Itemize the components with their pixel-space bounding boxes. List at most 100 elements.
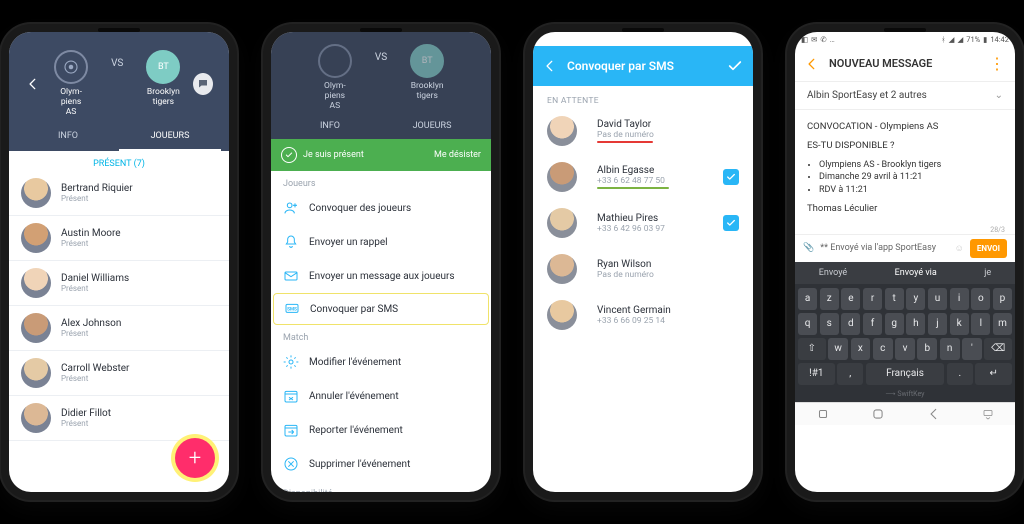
signal-icon: ◢	[949, 35, 955, 44]
player-row[interactable]: Didier Fillot Présent	[9, 396, 229, 441]
section-match-label: Match	[271, 325, 491, 345]
key-b[interactable]: b	[917, 338, 937, 360]
predict-3[interactable]: je	[984, 268, 991, 278]
checkbox-icon[interactable]	[723, 307, 739, 323]
back-nav-icon[interactable]	[927, 407, 941, 421]
menu-reminder[interactable]: Envoyer un rappel	[271, 225, 491, 259]
key-⌫[interactable]: ⌫	[984, 338, 1012, 360]
more-icon[interactable]: ⋮	[989, 54, 1005, 73]
player-row[interactable]: Daniel Williams Présent	[9, 261, 229, 306]
key-k[interactable]: k	[950, 313, 969, 335]
key-c[interactable]: c	[873, 338, 893, 360]
contact-row[interactable]: Vincent Germain +33 6 66 09 25 14	[533, 292, 753, 338]
team-a-name: Olym- piens AS	[324, 82, 346, 111]
key-n[interactable]: n	[940, 338, 960, 360]
predict-2[interactable]: Envoyé via	[895, 268, 937, 278]
recipients-field[interactable]: Albin SportEasy et 2 autres ⌄	[795, 82, 1015, 110]
send-button[interactable]: ENVOI	[970, 239, 1007, 258]
tab-info[interactable]: INFO	[279, 121, 381, 139]
attach-icon[interactable]: 📎	[803, 243, 814, 253]
back-icon[interactable]	[543, 59, 557, 73]
compose-header: NOUVEAU MESSAGE ⋮	[795, 46, 1015, 82]
emoji-icon[interactable]: ☺	[955, 243, 964, 254]
team-a: Olym- piens AS	[41, 50, 101, 117]
menu-invite[interactable]: Convoquer des joueurs	[271, 191, 491, 225]
menu-cancel[interactable]: Annuler l'événement	[271, 379, 491, 413]
contact-row[interactable]: Ryan Wilson Pas de numéro	[533, 246, 753, 292]
key-z[interactable]: z	[820, 288, 839, 310]
phone-4-screen: ◧ ✉ ✆ … ᚼ ◢ ◢ 71% ▮ 14:42 NOUVEAU MESSAG…	[795, 32, 1015, 492]
predict-1[interactable]: Envoyé	[819, 268, 847, 278]
key-a[interactable]: a	[798, 288, 817, 310]
key-f[interactable]: f	[863, 313, 882, 335]
tab-players[interactable]: JOUEURS	[381, 121, 483, 139]
menu-sms[interactable]: SMS Convoquer par SMS	[273, 293, 489, 325]
contact-list[interactable]: David Taylor Pas de numéro Albin Egasse …	[533, 108, 753, 338]
prediction-bar[interactable]: Envoyé Envoyé via je	[795, 262, 1015, 284]
message-body[interactable]: CONVOCATION - Olympiens AS ES-TU DISPONI…	[795, 110, 1015, 226]
checkbox-icon[interactable]	[723, 215, 739, 231]
chevron-down-icon: ⌄	[995, 90, 1003, 101]
player-row[interactable]: Austin Moore Présent	[9, 216, 229, 261]
key-!#1[interactable]: !#1	[798, 363, 835, 385]
key-s[interactable]: s	[820, 313, 839, 335]
menu-postpone[interactable]: Reporter l'événement	[271, 413, 491, 447]
keyboard[interactable]: azertyuiop qsdfghjklm ⇧wxcvbn'⌫ !#1,Françai…	[795, 284, 1015, 402]
confirm-icon[interactable]	[727, 58, 743, 74]
android-navbar	[795, 402, 1015, 425]
chat-icon[interactable]	[193, 73, 213, 95]
recent-apps-icon[interactable]	[816, 407, 830, 421]
key-'[interactable]: '	[962, 338, 982, 360]
home-icon[interactable]	[871, 407, 885, 421]
player-row[interactable]: Alex Johnson Présent	[9, 306, 229, 351]
menu-cancel-label: Annuler l'événement	[309, 391, 399, 402]
key-v[interactable]: v	[895, 338, 915, 360]
back-icon[interactable]	[25, 75, 41, 93]
checkbox-icon[interactable]	[723, 169, 739, 185]
checkbox-icon[interactable]	[723, 123, 739, 139]
key-j[interactable]: j	[928, 313, 947, 335]
key-d[interactable]: d	[841, 313, 860, 335]
key-Français[interactable]: Français	[866, 363, 944, 385]
contact-row[interactable]: David Taylor Pas de numéro	[533, 108, 753, 154]
player-row[interactable]: Carroll Webster Présent	[9, 351, 229, 396]
tab-info[interactable]: INFO	[17, 131, 119, 151]
menu-delete[interactable]: Supprimer l'événement	[271, 447, 491, 481]
key-m[interactable]: m	[993, 313, 1012, 335]
contact-row[interactable]: Mathieu Pires +33 6 42 96 03 97	[533, 200, 753, 246]
char-counter: 28/3	[795, 226, 1015, 234]
key-y[interactable]: y	[906, 288, 925, 310]
keyboard-hide-icon[interactable]	[982, 407, 994, 421]
key-⇧[interactable]: ⇧	[798, 338, 826, 360]
key-l[interactable]: l	[971, 313, 990, 335]
key-↵[interactable]: ↵	[975, 363, 1012, 385]
key-.[interactable]: .	[947, 363, 973, 385]
key-w[interactable]: w	[828, 338, 848, 360]
match-header-faded: Olym- piens AS VS BT Brooklyn tigers INF…	[271, 32, 491, 139]
back-icon[interactable]	[805, 57, 819, 71]
compose-footer-text[interactable]: ** Envoyé via l'app SportEasy	[820, 243, 948, 253]
key-o[interactable]: o	[971, 288, 990, 310]
tab-players[interactable]: JOUEURS	[119, 131, 221, 151]
menu-message[interactable]: Envoyer un message aux joueurs	[271, 259, 491, 293]
withdraw-link[interactable]: Me désister	[434, 150, 481, 160]
player-row[interactable]: Bertrand Riquier Présent	[9, 171, 229, 216]
contact-row[interactable]: Albin Egasse +33 6 62 48 77 50	[533, 154, 753, 200]
key-p[interactable]: p	[993, 288, 1012, 310]
menu-modify[interactable]: Modifier l'événement	[271, 345, 491, 379]
compose-title: NOUVEAU MESSAGE	[829, 57, 979, 70]
checkbox-icon[interactable]	[723, 261, 739, 277]
key-,[interactable]: ,	[837, 363, 863, 385]
key-t[interactable]: t	[885, 288, 904, 310]
key-i[interactable]: i	[950, 288, 969, 310]
key-q[interactable]: q	[798, 313, 817, 335]
key-r[interactable]: r	[863, 288, 882, 310]
key-x[interactable]: x	[851, 338, 871, 360]
key-e[interactable]: e	[841, 288, 860, 310]
key-g[interactable]: g	[885, 313, 904, 335]
key-h[interactable]: h	[906, 313, 925, 335]
add-button[interactable]: +	[175, 438, 215, 478]
key-u[interactable]: u	[928, 288, 947, 310]
calendar-arrow-icon	[283, 422, 299, 438]
bluetooth-icon: ᚼ	[941, 35, 946, 44]
